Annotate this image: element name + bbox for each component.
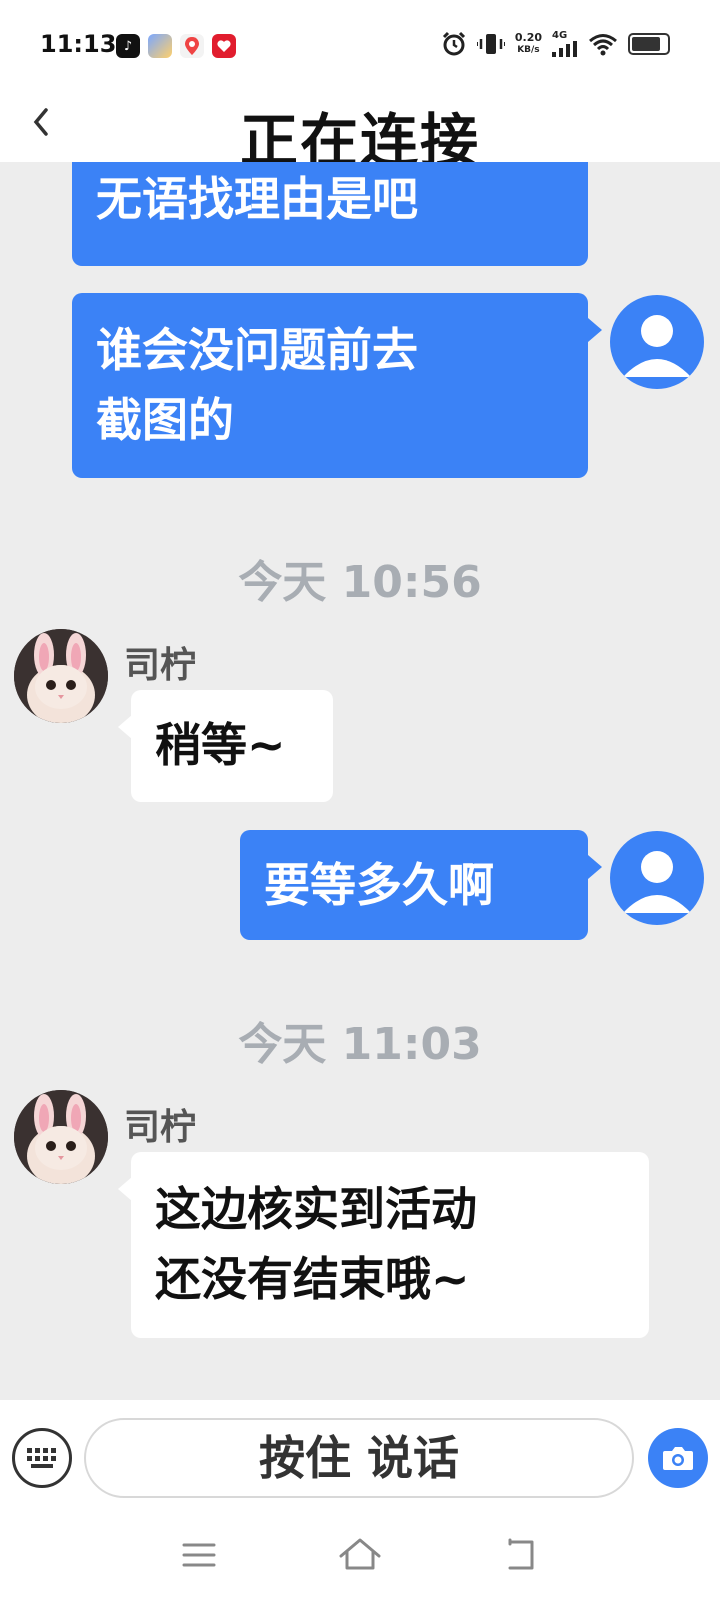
chat-message-list[interactable]: 无语找理由是吧 谁会没问题前去 截图的 今天 10:56 司柠 稍等~ 要等多久…: [0, 162, 720, 1400]
wifi-icon: [589, 33, 617, 55]
user-icon: [623, 315, 691, 377]
keyboard-icon: [27, 1448, 56, 1468]
bubble-tail: [118, 1177, 132, 1201]
timestamp: 今天 10:56: [238, 557, 482, 608]
system-navigation-bar: [0, 1510, 720, 1600]
message-text-line: 这边核实到活动: [155, 1182, 477, 1236]
message-text: 稍等~: [155, 718, 286, 772]
message-text: 要等多久啊: [264, 858, 494, 912]
message-text-line: 截图的: [96, 393, 234, 447]
network-speed-value: 0.20: [514, 30, 542, 44]
message-bubble-received[interactable]: 这边核实到活动 还没有结束哦~: [131, 1152, 649, 1338]
back-icon[interactable]: [496, 1530, 546, 1580]
system-status-icons: 0.20 KB/s 4G: [441, 30, 670, 57]
my-avatar[interactable]: [610, 831, 704, 925]
timestamp: 今天 11:03: [238, 1019, 482, 1070]
bubble-tail: [588, 318, 602, 342]
app-icon: [148, 34, 172, 58]
camera-button[interactable]: [648, 1428, 708, 1488]
alarm-icon: [442, 31, 465, 55]
message-bubble-received[interactable]: 稍等~: [131, 690, 333, 802]
my-avatar[interactable]: [610, 295, 704, 389]
bubble-tail: [588, 855, 602, 879]
input-bar: 按住 说话: [0, 1400, 720, 1510]
tiktok-icon: ♪: [116, 34, 140, 58]
contact-avatar[interactable]: [14, 1090, 108, 1184]
map-pin-app-icon: [180, 34, 204, 58]
status-bar: 11:13 ♪ 0.20 KB/s 4G: [0, 0, 720, 92]
network-speed: 0.20 KB/s: [514, 30, 542, 56]
battery-fill: [632, 36, 660, 51]
contact-avatar[interactable]: [14, 629, 108, 723]
message-bubble-sent[interactable]: 无语找理由是吧: [72, 162, 588, 266]
cat-avatar-image: [14, 1090, 108, 1184]
bubble-tail: [118, 715, 132, 739]
battery-icon: [628, 32, 670, 55]
message-text: 无语找理由是吧: [96, 172, 418, 226]
sender-name: 司柠: [124, 645, 197, 686]
vibrate-icon: [476, 33, 505, 54]
sender-name: 司柠: [124, 1107, 197, 1148]
network-speed-unit: KB/s: [517, 44, 540, 55]
chat-header: 正在连接: [0, 92, 720, 175]
cell-signal: 4G: [552, 30, 578, 57]
status-time: 11:13: [40, 30, 117, 58]
gift-app-icon: [212, 34, 236, 58]
cat-avatar-image: [14, 629, 108, 723]
keyboard-toggle-button[interactable]: [12, 1428, 72, 1488]
message-bubble-sent[interactable]: 要等多久啊: [240, 830, 588, 940]
message-bubble-sent[interactable]: 谁会没问题前去 截图的: [72, 293, 588, 478]
menu-icon[interactable]: [174, 1530, 224, 1580]
home-icon[interactable]: [335, 1530, 385, 1580]
message-text-line: 谁会没问题前去: [96, 323, 418, 377]
signal-icon: [552, 41, 577, 57]
network-type: 4G: [552, 30, 568, 41]
message-text-line: 还没有结束哦~: [155, 1252, 470, 1306]
hold-to-talk-button[interactable]: 按住 说话: [84, 1418, 634, 1498]
user-icon: [623, 851, 691, 913]
notification-icons: ♪: [116, 34, 236, 58]
camera-icon: [663, 1447, 693, 1470]
